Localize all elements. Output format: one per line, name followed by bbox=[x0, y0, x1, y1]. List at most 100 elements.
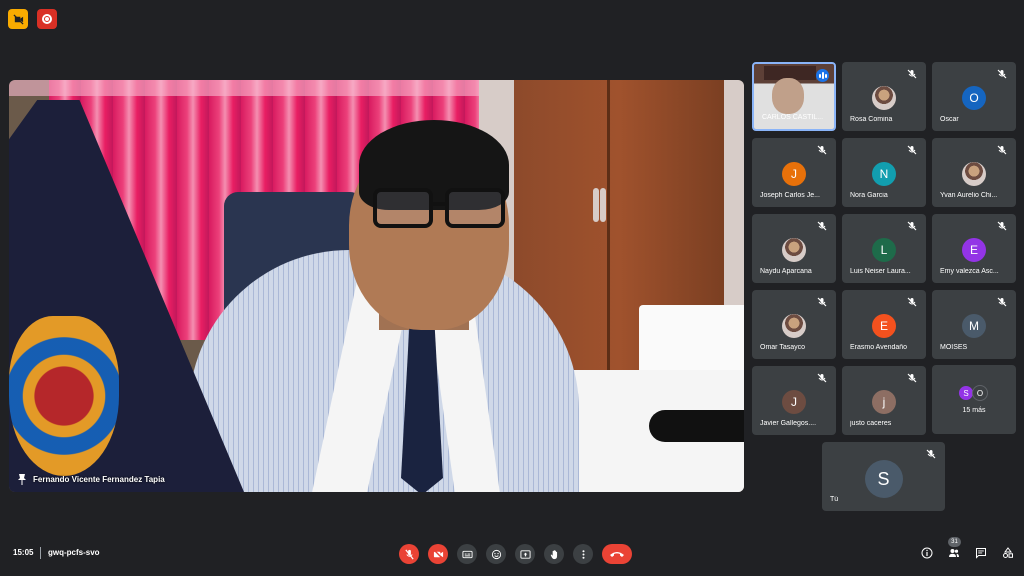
more-participants-tile[interactable]: S O 15 más bbox=[932, 365, 1016, 434]
separator bbox=[40, 547, 41, 559]
avatar bbox=[782, 238, 806, 262]
participant-tile[interactable]: J Joseph Carlos Je... bbox=[752, 138, 836, 207]
hand-icon bbox=[550, 549, 557, 559]
participant-tile[interactable]: J Javier Gallegos.... bbox=[752, 366, 836, 435]
participant-count-badge: 31 bbox=[948, 537, 961, 547]
participant-name: justo caceres bbox=[850, 420, 892, 427]
recording-indicator[interactable] bbox=[37, 9, 57, 29]
participant-tile[interactable]: Naydu Aparcana bbox=[752, 214, 836, 283]
more-options-button[interactable] bbox=[573, 544, 593, 564]
camera-off-indicator[interactable] bbox=[8, 9, 28, 29]
present-screen-icon bbox=[519, 549, 531, 559]
avatar: j bbox=[872, 390, 896, 414]
participant-tile[interactable]: Yvan Aurelio Chi... bbox=[932, 138, 1016, 207]
participant-tile[interactable]: E Erasmo Avendaño bbox=[842, 290, 926, 359]
mic-toggle-button[interactable] bbox=[399, 544, 419, 564]
speaker-name: Fernando Vicente Fernandez Tapia bbox=[33, 474, 165, 484]
captions-button[interactable] bbox=[457, 544, 477, 564]
mic-off-icon bbox=[907, 69, 917, 79]
avatar bbox=[782, 314, 806, 338]
book-stack bbox=[639, 305, 744, 375]
captions-icon bbox=[461, 550, 473, 558]
more-vert-icon bbox=[581, 549, 585, 559]
raise-hand-button[interactable] bbox=[544, 544, 564, 564]
self-tile[interactable]: S Tú bbox=[822, 442, 945, 511]
reactions-button[interactable] bbox=[486, 544, 506, 564]
clock: 15:05 bbox=[13, 548, 34, 557]
mic-off-icon bbox=[997, 145, 1007, 155]
mic-off-icon bbox=[817, 297, 827, 307]
avatar bbox=[872, 86, 896, 110]
participant-name: Erasmo Avendaño bbox=[850, 344, 908, 351]
present-screen-button[interactable] bbox=[515, 544, 535, 564]
avatar: M bbox=[962, 314, 986, 338]
participant-tile[interactable]: Rosa Comina bbox=[842, 62, 926, 131]
participant-name: Joseph Carlos Je... bbox=[760, 192, 820, 199]
hang-up-icon bbox=[610, 552, 624, 557]
mic-off-icon bbox=[817, 145, 827, 155]
participant-name: Rosa Comina bbox=[850, 116, 893, 123]
leave-call-button[interactable] bbox=[602, 544, 632, 564]
participant-tile[interactable]: N Nora Garcia bbox=[842, 138, 926, 207]
avatar: E bbox=[872, 314, 896, 338]
participant-name: Oscar bbox=[940, 116, 959, 123]
cabinet-handle bbox=[593, 188, 599, 222]
mic-off-icon bbox=[817, 221, 827, 231]
participant-tile[interactable]: j justo caceres bbox=[842, 366, 926, 435]
main-speaker-video[interactable]: Fernando Vicente Fernandez Tapia bbox=[9, 80, 744, 492]
avatar: E bbox=[962, 238, 986, 262]
participant-tile[interactable]: CARLOS CASTIL... bbox=[752, 62, 836, 131]
participant-tile[interactable]: M MOISES bbox=[932, 290, 1016, 359]
participant-tile[interactable]: L Luis Neiser Laura... bbox=[842, 214, 926, 283]
mic-off-icon bbox=[817, 373, 827, 383]
chat-button[interactable] bbox=[974, 546, 988, 560]
participants-button[interactable]: 31 bbox=[947, 537, 961, 560]
participant-name: Naydu Aparcana bbox=[760, 268, 812, 275]
side-panel-buttons: 31 bbox=[920, 537, 1015, 560]
avatar: O bbox=[972, 385, 988, 401]
curtain-light bbox=[9, 80, 489, 96]
avatar bbox=[962, 162, 986, 186]
shapes-icon bbox=[1003, 547, 1013, 558]
participant-tile[interactable]: O Oscar bbox=[932, 62, 1016, 131]
record-icon bbox=[42, 14, 52, 24]
meeting-code: gwq-pcfs-svo bbox=[48, 548, 100, 557]
emblem-seal bbox=[9, 316, 119, 476]
chat-icon bbox=[976, 548, 986, 559]
mic-off-icon bbox=[907, 221, 917, 231]
speaker-name-label: Fernando Vicente Fernandez Tapia bbox=[17, 473, 165, 485]
mic-off-icon bbox=[907, 145, 917, 155]
info-icon bbox=[921, 547, 933, 559]
activities-button[interactable] bbox=[1001, 546, 1015, 560]
camera-slash-icon bbox=[12, 13, 24, 25]
mic-off-icon bbox=[997, 297, 1007, 307]
mic-off-icon bbox=[997, 221, 1007, 231]
mic-off-icon bbox=[997, 69, 1007, 79]
participant-name: MOISES bbox=[940, 344, 968, 351]
meeting-details-button[interactable] bbox=[920, 546, 934, 560]
camera-toggle-button[interactable] bbox=[428, 544, 448, 564]
participant-name: Yvan Aurelio Chi... bbox=[940, 192, 998, 199]
mic-off-icon bbox=[404, 549, 414, 559]
more-participants-label: 15 más bbox=[962, 407, 986, 414]
participant-tile[interactable]: Omar Tasayco bbox=[752, 290, 836, 359]
call-controls bbox=[399, 543, 632, 565]
participant-name: Emy valezca Asc... bbox=[940, 268, 999, 275]
speaking-indicator-icon bbox=[816, 69, 829, 82]
participant-name: Luis Neiser Laura... bbox=[850, 268, 911, 275]
avatar: O bbox=[962, 86, 986, 110]
participant-name: Omar Tasayco bbox=[760, 344, 805, 351]
people-icon bbox=[949, 549, 959, 557]
avatar: J bbox=[782, 162, 806, 186]
participant-face bbox=[772, 78, 804, 114]
participant-tile[interactable]: E Emy valezca Asc... bbox=[932, 214, 1016, 283]
cabinet-handle bbox=[600, 188, 606, 222]
participant-name: Javier Gallegos.... bbox=[760, 420, 817, 427]
microphone bbox=[649, 410, 744, 442]
avatar: S bbox=[864, 460, 903, 498]
more-avatars: S O bbox=[958, 385, 988, 401]
participant-name: Nora Garcia bbox=[850, 192, 888, 199]
participant-name: CARLOS CASTIL... bbox=[762, 114, 824, 121]
speaker-glasses bbox=[365, 188, 511, 232]
pin-icon[interactable] bbox=[17, 473, 27, 485]
